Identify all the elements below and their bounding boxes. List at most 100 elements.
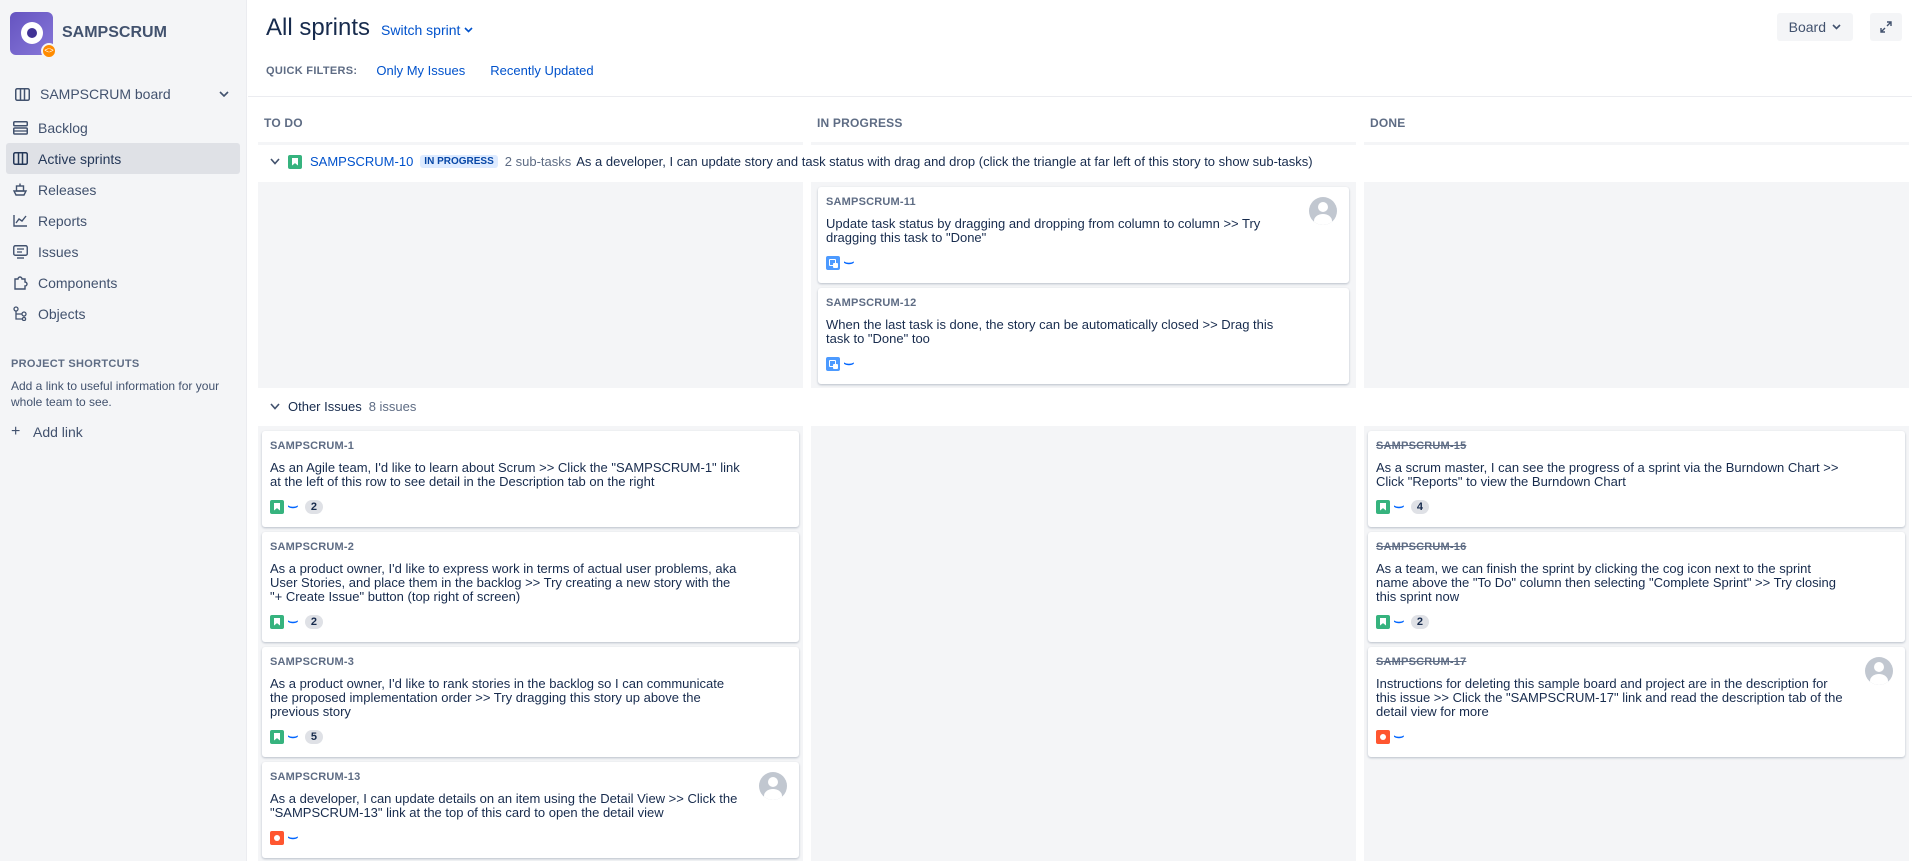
tree-icon <box>12 306 28 322</box>
card-footer: ⌣ <box>826 255 1341 270</box>
issue-key[interactable]: SAMPSCRUM-13 <box>270 771 791 783</box>
switch-sprint-button[interactable]: Switch sprint <box>381 22 473 38</box>
priority-low-icon: ⌣ <box>287 499 299 513</box>
board-main: All sprints Switch sprint Board QUICK FI… <box>248 0 1912 861</box>
story-icon <box>1376 499 1390 514</box>
status-badge: IN PROGRESS <box>420 155 498 168</box>
sidebar-item-backlog[interactable]: Backlog <box>6 112 240 143</box>
issue-card-sampscrum-3[interactable]: SAMPSCRUM-3 As a product owner, I'd like… <box>262 647 799 757</box>
other-lane-in-progress-column <box>811 426 1356 861</box>
column-header-in-progress: IN PROGRESS <box>811 109 1356 145</box>
issue-card-sampscrum-13[interactable]: SAMPSCRUM-13 As a developer, I can updat… <box>262 762 799 858</box>
chevron-down-icon <box>464 25 473 35</box>
card-footer: ⌣ <box>826 356 1341 371</box>
priority-low-icon: ⌣ <box>1393 614 1405 628</box>
assignee-avatar[interactable] <box>1865 657 1893 685</box>
issues-icon <box>12 244 28 260</box>
project-name: SAMPSCRUM <box>62 24 167 41</box>
priority-low-icon: ⌣ <box>1393 499 1405 513</box>
project-shortcuts-description: Add a link to useful information for you… <box>11 379 220 409</box>
issue-key[interactable]: SAMPSCRUM-12 <box>826 297 1341 309</box>
page-header: All sprints Switch sprint <box>266 14 473 42</box>
priority-low-icon: ⌣ <box>843 356 855 370</box>
chevron-down-icon <box>1832 22 1841 32</box>
board-icon <box>14 86 30 102</box>
issue-card-sampscrum-15[interactable]: SAMPSCRUM-15 As a scrum master, I can se… <box>1368 431 1905 527</box>
issue-key[interactable]: SAMPSCRUM-15 <box>1376 440 1897 452</box>
column-header-todo: TO DO <box>258 109 803 145</box>
project-shortcuts-title: PROJECT SHORTCUTS <box>11 358 140 370</box>
sidebar-item-label: Issues <box>38 243 79 260</box>
story-icon <box>270 614 284 629</box>
chart-icon <box>12 213 28 229</box>
story-icon <box>270 499 284 514</box>
card-footer: ⌣ 4 <box>1376 499 1897 514</box>
fullscreen-button[interactable] <box>1870 13 1902 41</box>
issue-key[interactable]: SAMPSCRUM-2 <box>270 541 791 553</box>
issue-summary: As a team, we can finish the sprint by c… <box>1376 561 1836 604</box>
issue-key[interactable]: SAMPSCRUM-16 <box>1376 541 1897 553</box>
issue-card-sampscrum-12[interactable]: SAMPSCRUM-12 When the last task is done,… <box>818 288 1349 384</box>
subtask-icon <box>826 255 840 270</box>
issue-summary: As a product owner, I'd like to rank sto… <box>270 676 725 719</box>
swimlane-story-key[interactable]: SAMPSCRUM-10 <box>310 154 413 169</box>
assignee-avatar[interactable] <box>1309 197 1337 225</box>
priority-low-icon: ⌣ <box>843 255 855 269</box>
issue-summary: Update task status by dragging and dropp… <box>826 216 1261 245</box>
story-icon <box>288 154 302 169</box>
ship-icon <box>12 182 28 198</box>
card-footer: ⌣ <box>1376 729 1897 744</box>
collapse-triangle-icon[interactable] <box>270 157 280 167</box>
issue-key[interactable]: SAMPSCRUM-1 <box>270 440 791 452</box>
sidebar-item-active-sprints[interactable]: Active sprints <box>6 143 240 174</box>
issue-card-sampscrum-11[interactable]: SAMPSCRUM-11 Update task status by dragg… <box>818 187 1349 283</box>
header-actions: Board <box>1776 13 1912 41</box>
issue-card-sampscrum-17[interactable]: SAMPSCRUM-17 Instructions for deleting t… <box>1368 647 1905 757</box>
sidebar-item-label: Active sprints <box>38 150 122 167</box>
issue-card-sampscrum-1[interactable]: SAMPSCRUM-1 As an Agile team, I'd like t… <box>262 431 799 527</box>
swimlane-header-story[interactable]: SAMPSCRUM-10 IN PROGRESS 2 sub-tasks As … <box>270 154 1313 169</box>
card-footer: ⌣ 2 <box>1376 614 1897 629</box>
assignee-avatar[interactable] <box>759 772 787 800</box>
card-footer: ⌣ 2 <box>270 614 791 629</box>
board-selector[interactable]: SAMPSCRUM board <box>10 80 236 108</box>
swimlane-other-label: Other Issues <box>288 399 362 414</box>
switch-sprint-label: Switch sprint <box>381 22 461 38</box>
issue-key[interactable]: SAMPSCRUM-3 <box>270 656 791 668</box>
sidebar-item-objects[interactable]: Objects <box>6 298 240 329</box>
issue-count: 8 issues <box>368 399 417 414</box>
sidebar-item-label: Releases <box>38 181 97 198</box>
issue-summary: As a product owner, I'd like to express … <box>270 561 737 604</box>
quick-filters-label: QUICK FILTERS: <box>266 64 358 77</box>
subtask-count: 2 sub-tasks <box>504 154 572 169</box>
issue-key[interactable]: SAMPSCRUM-17 <box>1376 656 1897 668</box>
board-view-button[interactable]: Board <box>1776 13 1853 41</box>
chevron-down-icon <box>216 86 232 102</box>
sidebar-item-reports[interactable]: Reports <box>6 205 240 236</box>
column-header-done: DONE <box>1364 109 1909 145</box>
collapse-triangle-icon[interactable] <box>270 402 280 412</box>
estimate-badge: 4 <box>1410 499 1430 514</box>
issue-card-sampscrum-16[interactable]: SAMPSCRUM-16 As a team, we can finish th… <box>1368 532 1905 642</box>
card-footer: ⌣ 2 <box>270 499 791 514</box>
filter-recently-updated[interactable]: Recently Updated <box>490 63 593 78</box>
priority-low-icon: ⌣ <box>287 614 299 628</box>
swimlane-story-summary: As a developer, I can update story and t… <box>576 154 1313 169</box>
divider <box>248 96 1912 97</box>
swimlane-header-other[interactable]: Other Issues 8 issues <box>270 399 416 414</box>
project-header[interactable]: <> SAMPSCRUM <box>0 0 246 59</box>
board-view-label: Board <box>1788 19 1826 35</box>
add-link-button[interactable]: + Add link <box>11 423 235 441</box>
expand-icon <box>1878 19 1894 35</box>
sidebar-item-components[interactable]: Components <box>6 267 240 298</box>
bug-icon <box>1376 729 1390 744</box>
sidebar-item-releases[interactable]: Releases <box>6 174 240 205</box>
puzzle-icon <box>12 275 28 291</box>
filter-only-my-issues[interactable]: Only My Issues <box>376 63 465 78</box>
page-title: All sprints <box>266 14 371 41</box>
sidebar-item-issues[interactable]: Issues <box>6 236 240 267</box>
card-footer: ⌣ 5 <box>270 729 791 744</box>
estimate-badge: 2 <box>1410 614 1430 629</box>
issue-key[interactable]: SAMPSCRUM-11 <box>826 196 1341 208</box>
issue-card-sampscrum-2[interactable]: SAMPSCRUM-2 As a product owner, I'd like… <box>262 532 799 642</box>
